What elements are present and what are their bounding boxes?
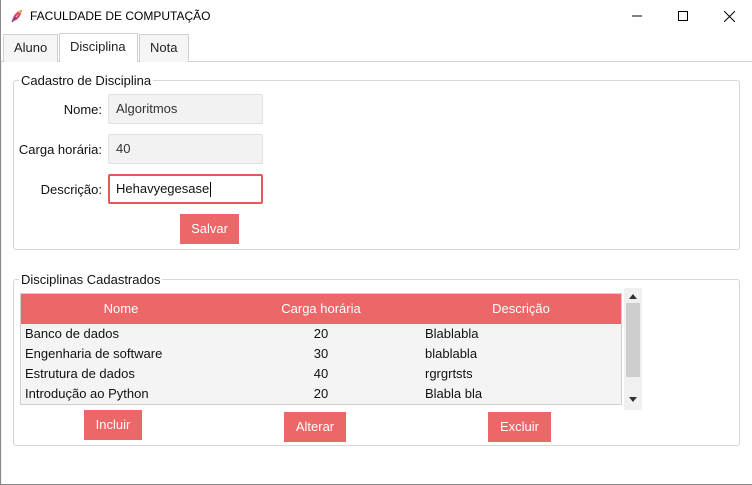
maximize-button[interactable] (660, 0, 706, 32)
tab-aluno[interactable]: Aluno (3, 34, 58, 62)
cell-nome: Estrutura de dados (25, 366, 135, 381)
tab-content-disciplina: Cadastro de Disciplina Nome: Algoritmos … (2, 62, 752, 484)
table-row[interactable]: Banco de dados 20 Blablabla (21, 324, 621, 344)
tab-nota[interactable]: Nota (139, 34, 189, 62)
cadastrados-group-title: Disciplinas Cadastrados (19, 272, 163, 287)
feather-app-icon (10, 9, 24, 23)
triangle-down-icon (629, 396, 637, 402)
cell-carga-horaria: 40 (313, 366, 329, 381)
maximize-icon (678, 11, 688, 21)
descricao-value: Hehavyegesase (116, 181, 210, 196)
carga-horaria-label: Carga horária: (18, 142, 102, 157)
column-header-nome[interactable]: Nome (21, 294, 221, 324)
cell-descricao: Blabla bla (425, 386, 483, 401)
cell-nome: Banco de dados (25, 326, 119, 341)
disciplinas-table[interactable]: Nome Carga horária Descrição Banco de da… (20, 293, 622, 405)
tab-bar: Aluno Disciplina Nota (1, 32, 752, 63)
close-button[interactable] (706, 0, 752, 32)
table-row[interactable]: Engenharia de software 30 blablabla (21, 344, 621, 364)
column-header-carga-horaria[interactable]: Carga horária (221, 294, 421, 324)
table-body: Banco de dados 20 Blablabla Engenharia d… (21, 324, 621, 404)
cell-carga-horaria: 30 (313, 346, 329, 361)
text-caret (210, 182, 212, 198)
descricao-label: Descrição: (40, 182, 102, 197)
salvar-button[interactable]: Salvar (180, 214, 239, 244)
cell-descricao: Blablabla (425, 326, 479, 341)
table-row[interactable]: Estrutura de dados 40 rgrgrtsts (21, 364, 621, 384)
cell-descricao: rgrgrtsts (425, 366, 473, 381)
scroll-down-button[interactable] (624, 392, 642, 406)
tab-disciplina[interactable]: Disciplina (59, 33, 138, 63)
carga-horaria-field[interactable]: 40 (108, 134, 263, 164)
cell-nome: Introdução ao Python (25, 386, 149, 401)
cell-descricao: blablabla (425, 346, 478, 361)
scroll-up-button[interactable] (624, 289, 642, 303)
descricao-field[interactable]: Hehavyegesase (108, 174, 263, 204)
title-bar[interactable]: FACULDADE DE COMPUTAÇÃO (1, 0, 752, 32)
alterar-button[interactable]: Alterar (284, 412, 346, 442)
cell-carga-horaria: 20 (313, 326, 329, 341)
nome-label: Nome: (63, 102, 102, 117)
cadastro-group-title: Cadastro de Disciplina (19, 73, 154, 88)
close-icon (723, 10, 735, 22)
minimize-button[interactable] (614, 0, 660, 32)
window-title: FACULDADE DE COMPUTAÇÃO (30, 9, 211, 23)
cell-nome: Engenharia de software (25, 346, 163, 361)
scrollbar-thumb[interactable] (626, 303, 640, 377)
minimize-icon (632, 15, 642, 17)
app-window: FACULDADE DE COMPUTAÇÃO Aluno Disciplina… (0, 0, 752, 485)
cell-carga-horaria: 20 (313, 386, 329, 401)
triangle-up-icon (629, 293, 637, 299)
table-row[interactable]: Introdução ao Python 20 Blabla bla (21, 384, 621, 404)
incluir-button[interactable]: Incluir (84, 410, 142, 440)
table-scrollbar[interactable] (624, 288, 642, 410)
nome-field[interactable]: Algoritmos (108, 94, 263, 124)
column-header-descricao[interactable]: Descrição (421, 294, 621, 324)
table-header: Nome Carga horária Descrição (21, 294, 621, 324)
excluir-button[interactable]: Excluir (488, 412, 551, 442)
